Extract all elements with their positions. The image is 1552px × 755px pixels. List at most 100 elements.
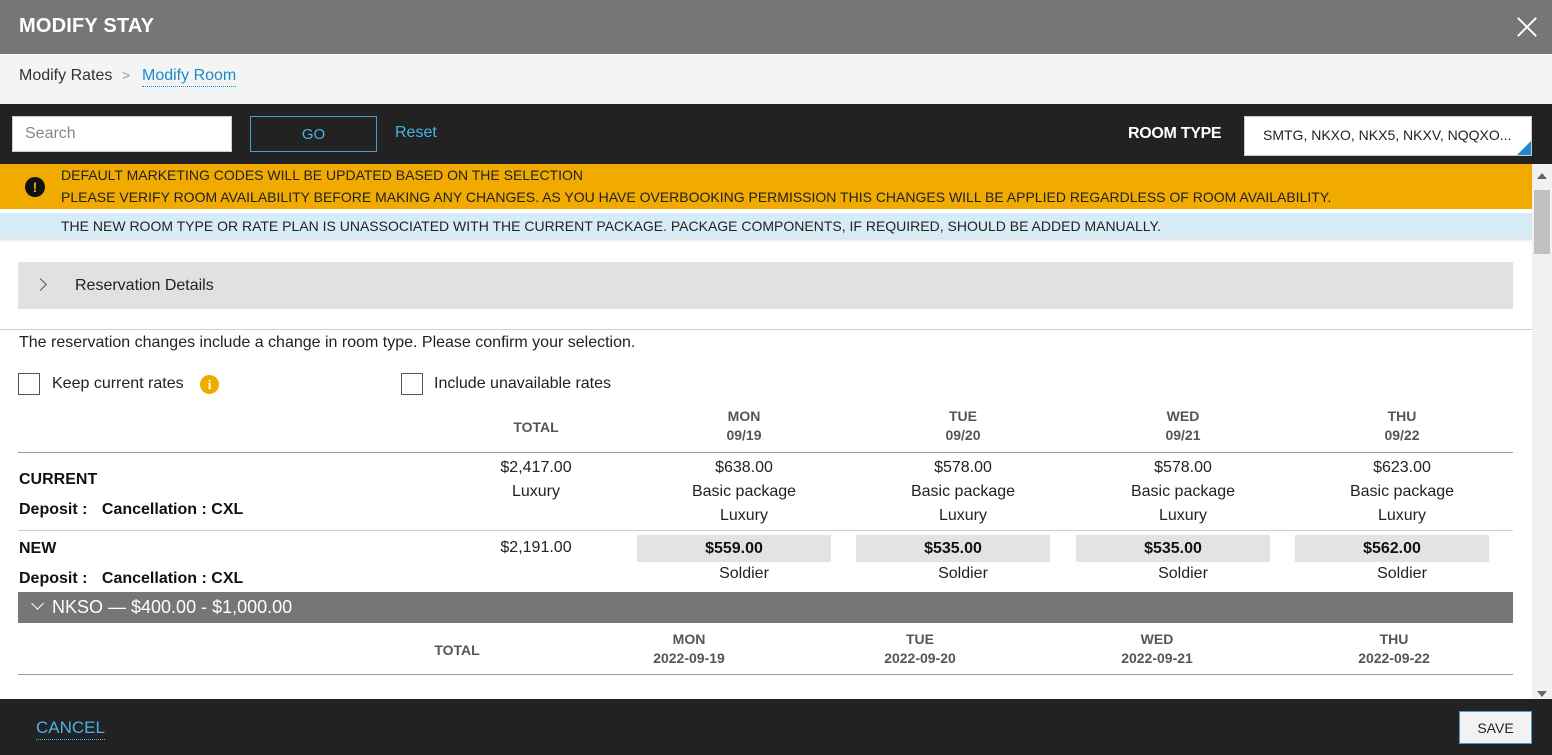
room-type-change-message: The reservation changes include a change… [19, 334, 636, 351]
day-date: 09/22 [1384, 427, 1420, 443]
new-rate-amount-button[interactable]: $559.00 [637, 535, 831, 562]
dialog-footer: CANCEL SAVE [0, 699, 1552, 755]
room-type-value: SMTG, NKXO, NKX5, NKXV, NQQXO... [1263, 127, 1512, 143]
keep-current-rates-label: Keep current rates [52, 375, 184, 392]
new-rate-amount-button[interactable]: $535.00 [856, 535, 1050, 562]
deposit-label: Deposit : [19, 570, 88, 587]
day-date: 2022-09-20 [884, 650, 956, 666]
go-button[interactable]: GO [250, 116, 377, 152]
new-rate-room: Soldier [719, 565, 769, 582]
current-row-label: CURRENT [19, 471, 98, 488]
new-rate-room: Soldier [1158, 565, 1208, 582]
keep-current-rates-checkbox[interactable] [18, 373, 40, 395]
rate-group-label: NKSO — $400.00 - $1,000.00 [52, 597, 293, 617]
current-deposit-row: Deposit : Cancellation : CXL [19, 501, 243, 519]
day-date: 09/19 [726, 427, 762, 443]
rate-package: Basic package [691, 483, 797, 500]
current-rate-cell: $623.00 Basic package Luxury [1302, 456, 1502, 528]
divider [0, 329, 1532, 330]
total-header: TOTAL [513, 419, 559, 435]
breadcrumb-separator: > [122, 67, 131, 83]
day-header: MON 09/19 [664, 407, 824, 445]
warning-line-2: PLEASE VERIFY ROOM AVAILABILITY BEFORE M… [61, 189, 1332, 205]
cancel-button[interactable]: CANCEL [36, 718, 105, 740]
close-icon[interactable] [1516, 16, 1538, 38]
rate-amount: $623.00 [1373, 459, 1431, 476]
day-name: TUE [949, 408, 977, 424]
current-total-amount: $2,417.00 [500, 459, 572, 476]
dialog-title: MODIFY STAY [19, 15, 155, 37]
cancellation-label: Cancellation : CXL [101, 501, 244, 518]
info-banner: THE NEW ROOM TYPE OR RATE PLAN IS UNASSO… [0, 213, 1532, 238]
current-total-room: Luxury [511, 483, 561, 500]
exclamation-icon: ! [25, 177, 45, 197]
breadcrumb: Modify Rates > Modify Room [0, 54, 1552, 104]
dropdown-corner-icon [1517, 141, 1531, 155]
breadcrumb-modify-rates[interactable]: Modify Rates [19, 67, 112, 85]
room-type-label: ROOM TYPE [1128, 125, 1222, 142]
warning-line-1: DEFAULT MARKETING CODES WILL BE UPDATED … [61, 167, 583, 183]
new-rate-amount-button[interactable]: $562.00 [1295, 535, 1489, 562]
header-divider [18, 452, 1513, 453]
day-name: WED [1166, 408, 1200, 424]
day-name: THU [1379, 631, 1409, 647]
rate-package: Basic package [1130, 483, 1236, 500]
group-header-divider [18, 674, 1513, 675]
day-date: 2022-09-22 [1358, 650, 1430, 666]
current-rate-cell: $578.00 Basic package Luxury [1083, 456, 1283, 528]
chevron-right-icon [34, 278, 47, 291]
day-name: MON [727, 408, 761, 424]
day-name: WED [1140, 631, 1174, 647]
info-text: THE NEW ROOM TYPE OR RATE PLAN IS UNASSO… [61, 218, 1161, 234]
search-input[interactable] [12, 116, 232, 152]
reset-link[interactable]: Reset [395, 124, 437, 142]
day-date: 2022-09-21 [1121, 650, 1193, 666]
current-rate-cell: $638.00 Basic package Luxury [644, 456, 844, 528]
day-date: 09/21 [1165, 427, 1201, 443]
group-day-header: WED 2022-09-21 [1077, 630, 1237, 668]
group-day-header: THU 2022-09-22 [1314, 630, 1474, 668]
new-rate-room: Soldier [1377, 565, 1427, 582]
rate-room: Luxury [719, 507, 769, 524]
scroll-thumb[interactable] [1534, 190, 1550, 254]
current-rate-cell: $578.00 Basic package Luxury [863, 456, 1063, 528]
day-name: TUE [906, 631, 934, 647]
rate-group-header[interactable]: NKSO — $400.00 - $1,000.00 [18, 592, 1513, 623]
new-rate-room: Soldier [938, 565, 988, 582]
rate-room: Luxury [938, 507, 988, 524]
cancellation-label: Cancellation : CXL [101, 570, 244, 587]
warning-banner: ! DEFAULT MARKETING CODES WILL BE UPDATE… [0, 164, 1532, 209]
new-row-label: NEW [19, 540, 57, 557]
row-divider [18, 530, 1513, 531]
reservation-details-label: Reservation Details [75, 277, 214, 294]
day-header: THU 09/22 [1322, 407, 1482, 445]
reservation-details-toggle[interactable]: Reservation Details [18, 262, 1513, 309]
info-icon[interactable]: i [200, 375, 219, 394]
search-toolbar: GO Reset ROOM TYPE SMTG, NKXO, NKX5, NKX… [0, 104, 1552, 164]
chevron-down-icon [31, 597, 44, 610]
group-day-header: TUE 2022-09-20 [840, 630, 1000, 668]
day-date: 09/20 [945, 427, 981, 443]
rate-room: Luxury [1377, 507, 1427, 524]
new-deposit-row: Deposit : Cancellation : CXL [19, 570, 243, 588]
scroll-down-arrow-icon[interactable] [1537, 691, 1547, 697]
title-bar: MODIFY STAY [0, 0, 1552, 54]
new-rate-amount-button[interactable]: $535.00 [1076, 535, 1270, 562]
rate-amount: $638.00 [715, 459, 773, 476]
rate-amount: $578.00 [934, 459, 992, 476]
current-total: $2,417.00 Luxury [476, 456, 596, 504]
room-type-select[interactable]: SMTG, NKXO, NKX5, NKXV, NQQXO... [1244, 116, 1532, 156]
deposit-label: Deposit : [19, 501, 88, 518]
save-button[interactable]: SAVE [1459, 711, 1532, 744]
rate-room: Luxury [1158, 507, 1208, 524]
breadcrumb-modify-room[interactable]: Modify Room [142, 67, 237, 87]
day-header: WED 09/21 [1103, 407, 1263, 445]
group-total-header: TOTAL [434, 642, 480, 658]
vertical-scrollbar[interactable] [1532, 164, 1552, 699]
day-name: THU [1387, 408, 1417, 424]
new-total-amount: $2,191.00 [500, 539, 572, 556]
day-header: TUE 09/20 [883, 407, 1043, 445]
rate-package: Basic package [1349, 483, 1455, 500]
include-unavailable-rates-checkbox[interactable] [401, 373, 423, 395]
scroll-up-arrow-icon[interactable] [1537, 173, 1547, 179]
